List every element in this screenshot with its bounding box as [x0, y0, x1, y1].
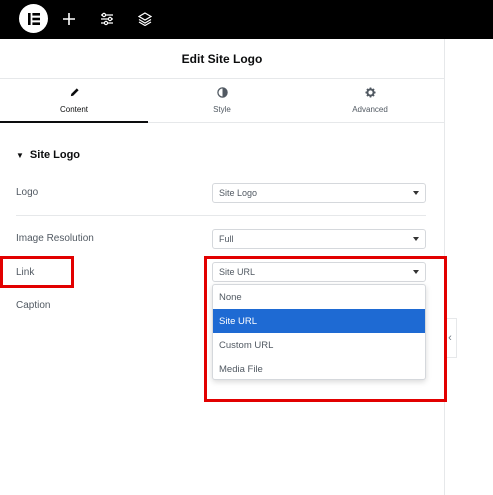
logo-select[interactable]: Site Logo	[212, 183, 426, 203]
tab-advanced[interactable]: Advanced	[296, 78, 444, 122]
add-icon[interactable]	[60, 10, 78, 28]
pencil-icon	[68, 86, 80, 98]
image-resolution-label: Image Resolution	[16, 233, 94, 244]
top-toolbar	[0, 0, 493, 39]
gear-icon	[364, 86, 376, 98]
sliders-icon[interactable]	[98, 10, 116, 28]
caption-label: Caption	[16, 300, 51, 311]
section-toggle[interactable]: ▼ Site Logo	[16, 149, 80, 161]
link-dropdown-highlight	[204, 256, 447, 402]
chevron-down-icon	[413, 237, 419, 241]
divider	[16, 215, 426, 216]
preview-area	[445, 39, 493, 495]
caret-down-icon: ▼	[16, 150, 24, 160]
image-resolution-select[interactable]: Full	[212, 229, 426, 249]
contrast-icon	[216, 86, 228, 98]
tab-advanced-label: Advanced	[352, 105, 388, 114]
tab-style[interactable]: Style	[148, 78, 296, 122]
chevron-down-icon	[413, 191, 419, 195]
panel-title: Edit Site Logo	[0, 39, 444, 79]
elementor-logo-icon[interactable]	[19, 4, 48, 33]
logo-select-value: Site Logo	[219, 188, 258, 198]
section-title: Site Logo	[29, 149, 81, 161]
link-label-highlight	[0, 256, 74, 288]
image-resolution-value: Full	[219, 234, 234, 244]
tab-content-label: Content	[59, 105, 89, 114]
tab-content[interactable]: Content	[0, 78, 148, 123]
panel-tabs: Content Style Advanced	[0, 78, 444, 123]
logo-label: Logo	[16, 187, 39, 198]
layers-icon[interactable]	[136, 10, 154, 28]
tab-style-label: Style	[213, 105, 231, 114]
chevron-left-icon: ‹	[448, 332, 452, 344]
